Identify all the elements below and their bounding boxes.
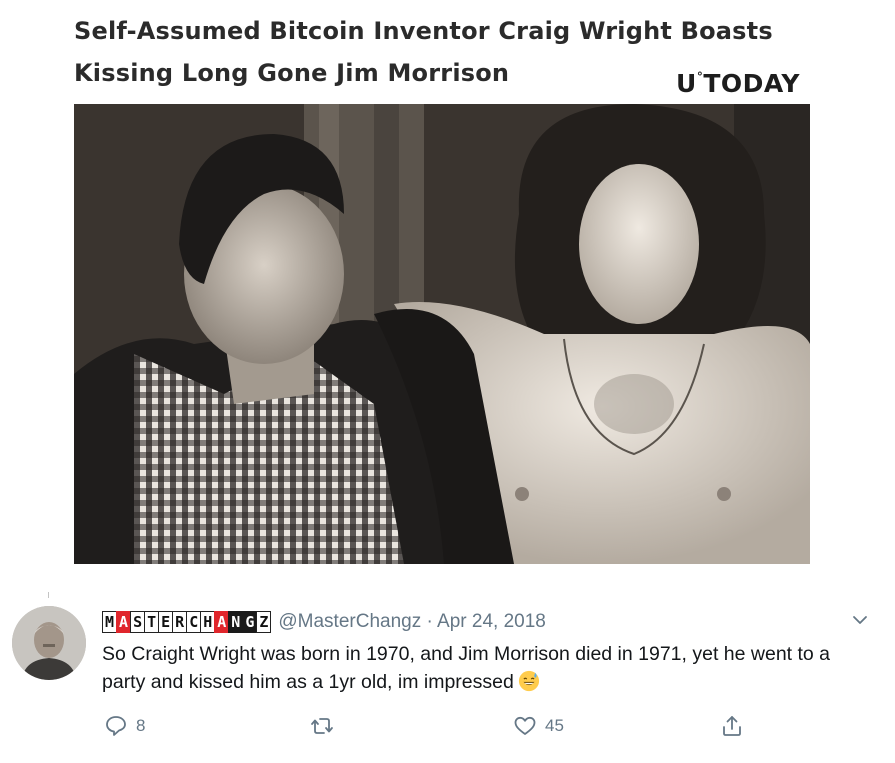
retweet-icon <box>311 718 333 734</box>
grinning-sweat-emoji <box>518 670 539 692</box>
name-letter: H <box>200 611 216 633</box>
reply-button[interactable]: 8 <box>104 714 145 738</box>
utoday-logo: U°TODAY <box>676 69 800 98</box>
name-letter: T <box>144 611 160 633</box>
divider-tick <box>48 592 49 598</box>
tweet-header: M A S T E R C H A N G Z @MasterChangz · … <box>102 609 546 635</box>
name-letter: R <box>172 611 188 633</box>
name-letter: Z <box>256 611 272 633</box>
name-letter: M <box>102 611 118 633</box>
like-count: 45 <box>545 716 564 735</box>
name-letter: S <box>130 611 146 633</box>
handle-and-date[interactable]: @MasterChangz · Apr 24, 2018 <box>278 611 545 633</box>
reply-icon <box>106 716 126 736</box>
share-icon <box>723 716 741 736</box>
brand-u: U <box>676 69 697 98</box>
name-letter: A <box>214 611 230 633</box>
name-letter: E <box>158 611 174 633</box>
name-letter: A <box>116 611 132 633</box>
name-letter: C <box>186 611 202 633</box>
article-photo <box>74 104 810 564</box>
name-letter: G <box>242 611 258 633</box>
brand-today: TODAY <box>703 69 800 98</box>
chevron-down-icon[interactable] <box>852 612 868 628</box>
tweet-text: So Craight Wright was born in 1970, and … <box>102 643 831 693</box>
avatar-image <box>12 606 86 680</box>
like-button[interactable]: 45 <box>513 714 564 738</box>
photo-illustration <box>74 104 810 564</box>
display-name[interactable]: M A S T E R C H A N G Z <box>102 611 272 633</box>
share-button[interactable] <box>720 714 744 738</box>
reply-count: 8 <box>136 716 146 735</box>
tweet-text-container: So Craight Wright was born in 1970, and … <box>102 640 862 696</box>
avatar[interactable] <box>12 606 86 680</box>
heart-icon <box>514 716 536 735</box>
name-letter: N <box>228 611 244 633</box>
retweet-button[interactable] <box>310 714 342 738</box>
